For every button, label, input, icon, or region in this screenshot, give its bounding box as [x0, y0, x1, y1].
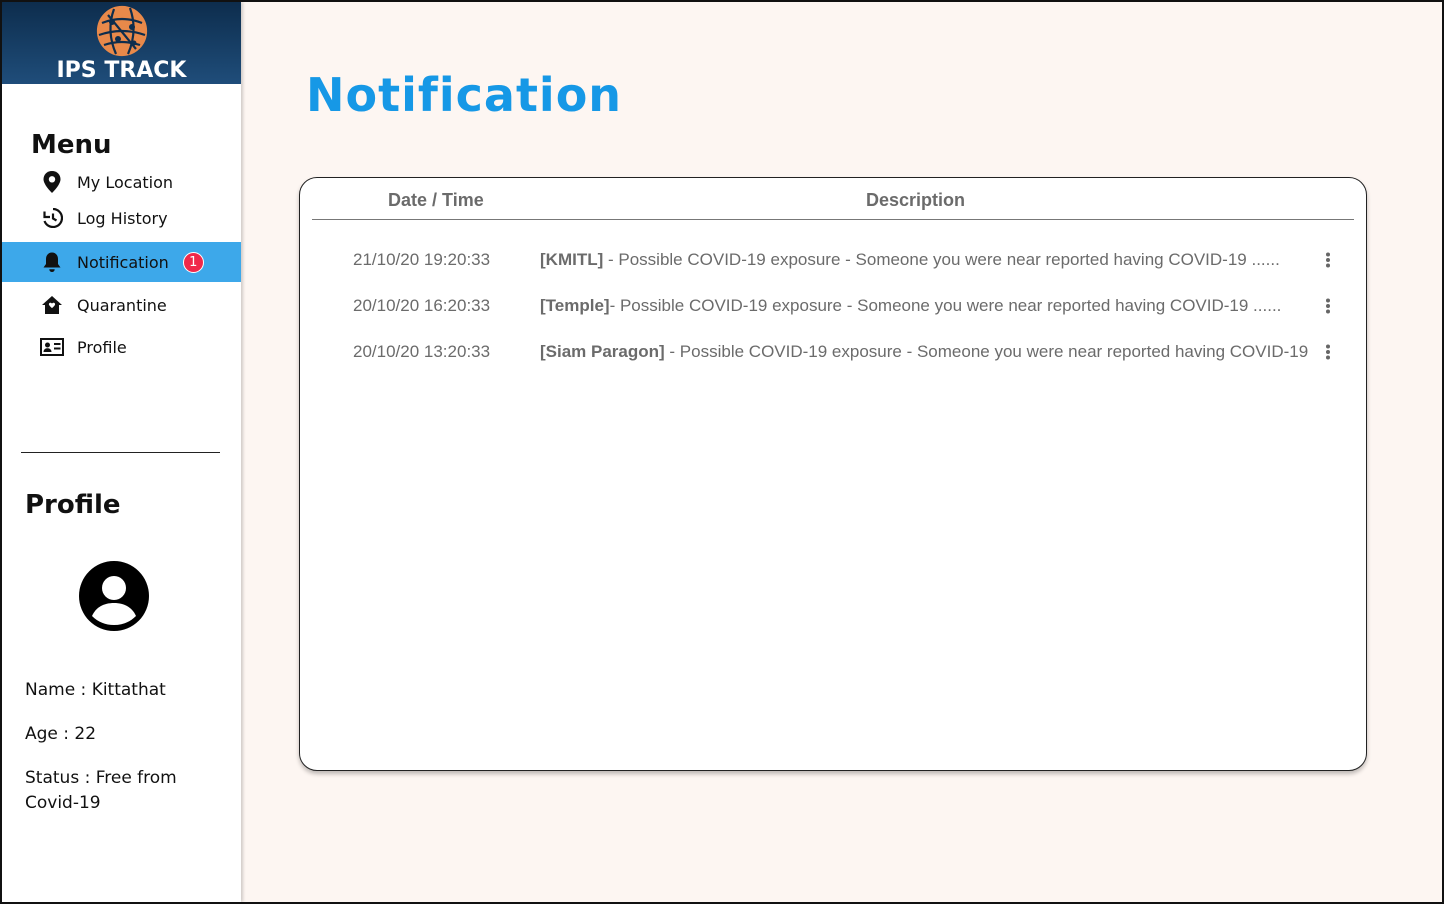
- brand-name: IPS TRACK: [56, 58, 187, 83]
- table-row[interactable]: 20/10/20 13:20:33 [Siam Paragon] - Possi…: [300, 338, 1368, 368]
- column-header-description: Description: [866, 190, 966, 210]
- row-text: - Possible COVID-19 exposure - Someone y…: [609, 296, 1282, 315]
- row-description: [Siam Paragon] - Possible COVID-19 expos…: [540, 342, 1310, 362]
- sidebar-item-label: Quarantine: [77, 295, 167, 315]
- row-more-options-icon[interactable]: [1320, 248, 1336, 272]
- location-pin-icon: [40, 170, 64, 194]
- bell-icon: [40, 250, 64, 274]
- profile-section-title: Profile: [25, 490, 121, 520]
- profile-name: Name : Kittathat: [25, 680, 166, 700]
- row-text: - Possible COVID-19 exposure - Someone y…: [603, 250, 1280, 269]
- menu-title: Menu: [31, 130, 112, 160]
- profile-status: Status : Free from Covid-19: [25, 768, 177, 813]
- row-text: - Possible COVID-19 exposure - Someone y…: [664, 342, 1310, 361]
- row-description: [Temple]- Possible COVID-19 exposure - S…: [540, 296, 1310, 316]
- history-icon: [40, 206, 64, 230]
- sidebar-item-log-history[interactable]: Log History: [2, 198, 241, 238]
- table-row[interactable]: 20/10/20 16:20:33 [Temple]- Possible COV…: [300, 292, 1368, 322]
- sidebar-item-quarantine[interactable]: Quarantine: [2, 285, 241, 325]
- sidebar-item-label: Profile: [77, 337, 127, 357]
- table-row[interactable]: 21/10/20 19:20:33 [KMITL] - Possible COV…: [300, 246, 1368, 276]
- row-place: [KMITL]: [540, 250, 604, 269]
- brand-header[interactable]: IPS TRACK: [2, 2, 241, 84]
- sidebar-item-notification[interactable]: Notification 1: [2, 242, 241, 282]
- row-datetime: 20/10/20 16:20:33: [353, 296, 491, 315]
- row-datetime: 21/10/20 19:20:33: [353, 250, 491, 269]
- row-more-options-icon[interactable]: [1320, 340, 1336, 364]
- table-header-divider: [312, 219, 1354, 220]
- sidebar-item-my-location[interactable]: My Location: [2, 162, 241, 202]
- column-header-datetime: Date / Time: [388, 190, 484, 210]
- sidebar-item-label: My Location: [77, 172, 174, 192]
- notification-count-badge: 1: [182, 251, 204, 273]
- profile-age: Age : 22: [25, 724, 97, 744]
- row-place: [Siam Paragon]: [540, 342, 665, 361]
- sidebar-item-label: Notification: [77, 252, 169, 272]
- avatar-icon: [79, 561, 149, 631]
- sidebar-item-label: Log History: [77, 208, 168, 228]
- sidebar-divider: [21, 452, 220, 453]
- row-description: [KMITL] - Possible COVID-19 exposure - S…: [540, 250, 1310, 270]
- notification-table-card: Date / Time Description 21/10/20 19:20:3…: [299, 177, 1367, 771]
- row-place: [Temple]: [540, 296, 610, 315]
- row-more-options-icon[interactable]: [1320, 294, 1336, 318]
- home-icon: [40, 293, 64, 317]
- row-datetime: 20/10/20 13:20:33: [353, 342, 491, 361]
- sidebar-item-profile[interactable]: Profile: [2, 327, 241, 367]
- page-title: Notification: [306, 68, 623, 122]
- globe-logo-icon: [96, 5, 148, 57]
- id-card-icon: [40, 335, 64, 359]
- sidebar: IPS TRACK Menu My Location Log History N…: [2, 2, 241, 902]
